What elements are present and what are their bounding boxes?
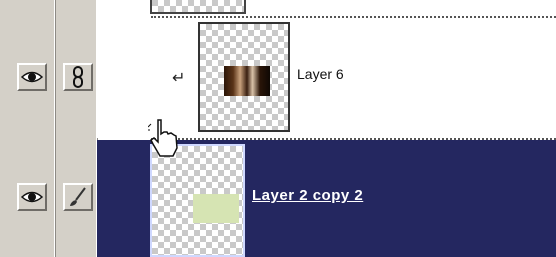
eye-icon: [21, 191, 43, 203]
clip-arrow-icon: ↵: [172, 68, 186, 87]
eye-icon: [21, 71, 43, 83]
layer-6-name[interactable]: Layer 6: [297, 66, 344, 82]
layer-2-copy-2-thumbnail[interactable]: [150, 144, 245, 257]
layer-2-copy-2-name[interactable]: Layer 2 copy 2: [252, 187, 363, 204]
link-column: [56, 0, 98, 257]
layer-2-copy-2-visibility-toggle[interactable]: [17, 183, 47, 211]
hand-cursor-icon: [148, 119, 178, 157]
layer-2-copy-2-brush-toggle[interactable]: [63, 183, 93, 211]
paintbrush-icon: [70, 187, 86, 206]
layer-swatch: [193, 194, 239, 223]
layer-6-link-toggle[interactable]: [63, 63, 93, 91]
layers-panel: ↵ Layer 6 Layer 2 copy 2: [0, 0, 556, 257]
photo-content: [224, 66, 270, 96]
layer-6-thumbnail[interactable]: [198, 22, 290, 132]
visibility-column: [0, 0, 56, 257]
layer-thumbnail-partial: [150, 0, 246, 14]
layer-6-visibility-toggle[interactable]: [17, 63, 47, 91]
chain-link-icon: [73, 66, 83, 88]
